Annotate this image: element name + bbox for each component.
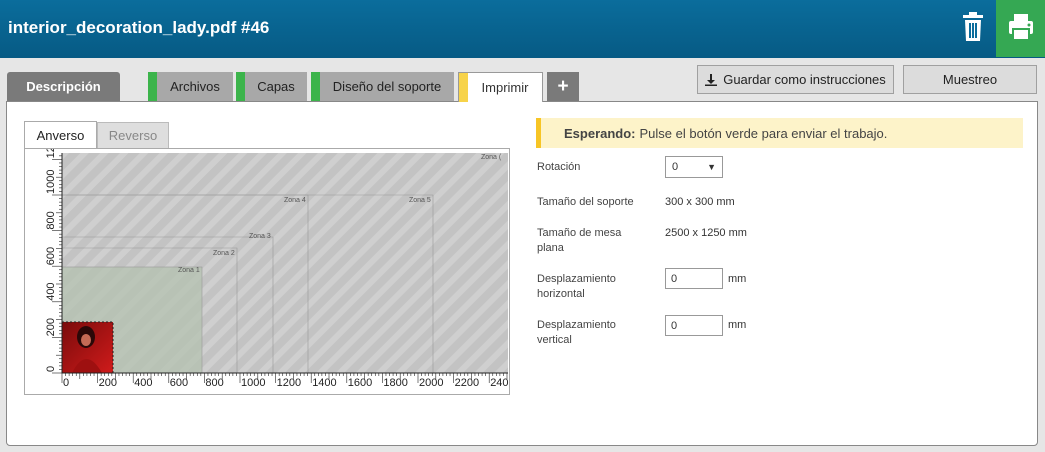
x-axis-tick-label: 0 (63, 377, 69, 389)
tab-label: Diseño del soporte (332, 79, 442, 94)
offset-horizontal-label-line-1: Desplazamiento (537, 273, 616, 285)
sample-label: Muestreo (942, 72, 998, 87)
save-as-instructions-button[interactable]: Guardar como instrucciones (697, 65, 894, 94)
media-size-label: Tamaño del soporte (537, 196, 634, 208)
x-axis-tick-label: 400 (134, 377, 152, 389)
x-axis-tick-label: 1200 (277, 377, 301, 389)
zone-label: Zona 4 (284, 197, 306, 204)
offset-horizontal-input[interactable] (665, 268, 723, 289)
y-axis-tick-label: 800 (45, 211, 57, 229)
media-size-value: 300 x 300 mm (665, 196, 735, 208)
tab-status-marker (148, 72, 157, 101)
tab-anverso[interactable]: Anverso (24, 121, 97, 148)
table-size-value: 2500 x 1250 mm (665, 227, 747, 239)
status-banner: Esperando: Pulse el botón verde para env… (536, 118, 1023, 148)
plus-icon: + (557, 75, 569, 97)
add-tab-button[interactable]: + (547, 72, 579, 101)
y-axis-tick-label: 600 (45, 247, 57, 265)
y-axis-tick-label: 1000 (45, 170, 57, 194)
status-label: Esperando: (564, 125, 636, 141)
table-size-label-line-1: Tamaño de mesa (537, 227, 622, 239)
sample-button[interactable]: Muestreo (903, 65, 1037, 94)
save-label: Guardar como instrucciones (723, 72, 886, 87)
tab-descripcion[interactable]: Descripción (7, 72, 120, 101)
status-message: Pulse el botón verde para enviar el trab… (639, 125, 888, 141)
x-axis-tick-label: 1600 (348, 377, 372, 389)
offset-horizontal-unit: mm (728, 273, 747, 285)
tab-label: Anverso (36, 127, 85, 143)
y-axis-tick-label: 200 (45, 318, 57, 336)
zone-label: Zona 2 (213, 250, 235, 257)
x-axis-tick-label: 1000 (241, 377, 265, 389)
tab-status-marker (311, 72, 320, 101)
x-axis-tick-label: 200 (99, 377, 117, 389)
table-size-label-line-2: plana (537, 242, 564, 254)
printer-icon (1009, 14, 1033, 41)
x-axis-tick-label: 600 (170, 377, 188, 389)
title-bar: interior_decoration_lady.pdf #46 (0, 0, 1045, 58)
x-axis-tick-label: 1800 (383, 377, 407, 389)
tab-label: Capas (257, 79, 295, 94)
print-preview: Zona 1 Zona 2 Zona 3 Zona 4 Zona 5 Zona … (24, 148, 510, 395)
rotation-label: Rotación (537, 161, 581, 173)
table-layout-canvas: Zona 1 Zona 2 Zona 3 Zona 4 Zona 5 Zona … (45, 149, 509, 389)
tab-imprimir[interactable]: Imprimir (458, 72, 543, 102)
x-axis-tick-label: 1400 (312, 377, 336, 389)
zone-label: Zona 1 (178, 267, 200, 274)
zone-label: Zona 3 (249, 233, 271, 240)
job-title: interior_decoration_lady.pdf #46 (8, 18, 270, 37)
x-axis-tick-label: 2200 (455, 377, 479, 389)
zone-label: Zona ( (481, 154, 502, 161)
x-axis-tick-label: 240 (490, 377, 508, 389)
tab-label: Reverso (108, 128, 158, 143)
tab-status-marker (459, 73, 468, 102)
chevron-down-icon: ▼ (707, 162, 716, 172)
offset-vertical-label-line-2: vertical (537, 334, 572, 346)
status-stripe (536, 118, 541, 148)
trash-icon[interactable] (958, 10, 988, 44)
print-button[interactable] (996, 0, 1045, 57)
tab-reverso[interactable]: Reverso (97, 122, 169, 149)
rotation-value: 0 (672, 161, 679, 173)
x-axis-tick-label: 800 (205, 377, 223, 389)
tab-status-marker (236, 72, 245, 101)
zone-label: Zona 5 (409, 197, 431, 204)
offset-vertical-label-line-1: Desplazamiento (537, 319, 616, 331)
x-axis-tick-label: 2000 (419, 377, 443, 389)
offset-horizontal-label-line-2: horizontal (537, 288, 585, 300)
offset-vertical-input[interactable] (665, 315, 723, 336)
print-panel: Anverso Reverso Zona 1 Zona 2 Zona 3 Zon… (6, 101, 1038, 446)
y-axis-tick-label: 0 (45, 366, 57, 372)
tab-diseno-soporte[interactable]: Diseño del soporte (311, 72, 454, 101)
download-icon (705, 73, 718, 86)
offset-vertical-unit: mm (728, 319, 747, 331)
tab-capas[interactable]: Capas (236, 72, 307, 101)
lady-photo-thumbnail[interactable] (61, 321, 114, 374)
tab-label: Archivos (170, 79, 220, 94)
y-axis-tick-label: 1200 (45, 149, 57, 158)
rotation-select[interactable]: 0 ▼ (665, 156, 723, 178)
tab-label: Imprimir (481, 80, 529, 95)
tab-archivos[interactable]: Archivos (148, 72, 233, 101)
tab-label: Descripción (26, 79, 101, 94)
y-axis-tick-label: 400 (45, 282, 57, 300)
